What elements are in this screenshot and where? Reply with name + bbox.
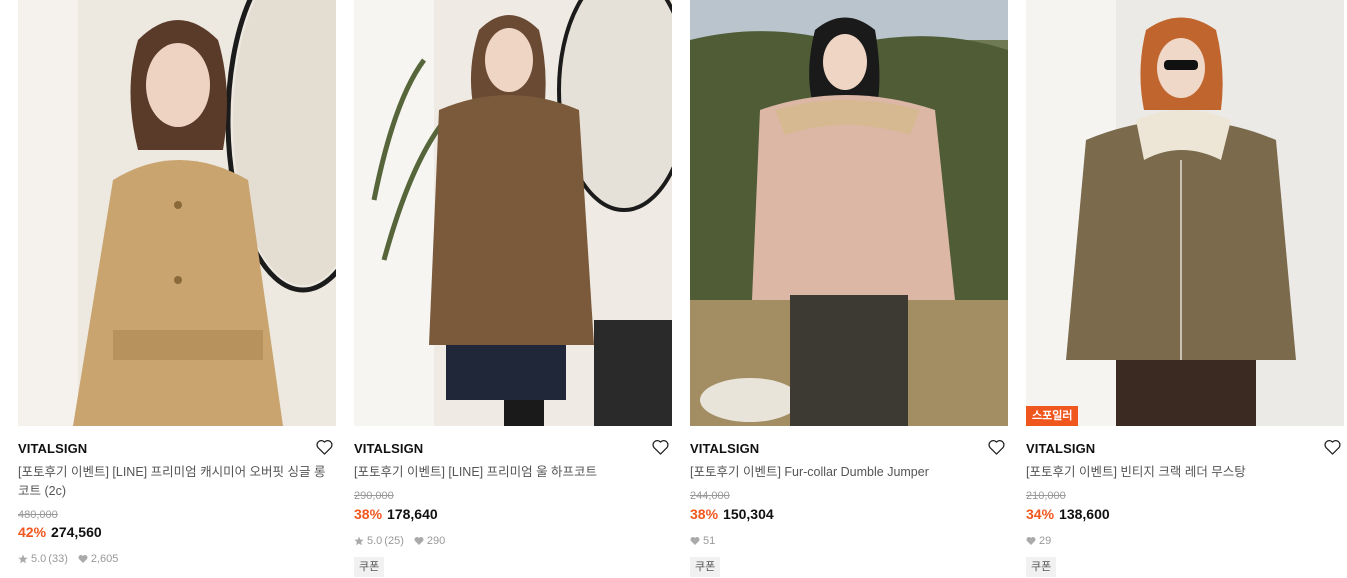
product-image[interactable] xyxy=(354,0,672,426)
price-row: 38% 178,640 xyxy=(354,506,438,522)
product-card[interactable]: VITALSIGN [포토후기 이벤트] [LINE] 프리미엄 캐시미어 오버… xyxy=(18,0,336,578)
product-grid: VITALSIGN [포토후기 이벤트] [LINE] 프리미엄 캐시미어 오버… xyxy=(0,0,1347,578)
brand-name[interactable]: VITALSIGN xyxy=(354,441,423,456)
star-icon xyxy=(18,554,28,564)
sale-price: 178,640 xyxy=(387,506,438,522)
star-icon xyxy=(354,536,364,546)
original-price: 480,000 xyxy=(18,509,58,521)
brand-name[interactable]: VITALSIGN xyxy=(18,441,87,456)
coupon-badge: 쿠폰 xyxy=(1026,557,1057,577)
product-card[interactable]: VITALSIGN [포토후기 이벤트] Fur-collar Dumble J… xyxy=(690,0,1008,578)
heart-small-icon xyxy=(414,537,424,545)
heart-icon[interactable] xyxy=(650,437,670,457)
sale-price: 274,560 xyxy=(51,524,102,540)
heart-small-icon xyxy=(78,555,88,563)
heart-icon[interactable] xyxy=(986,437,1006,457)
product-photo xyxy=(354,0,672,426)
discount-rate: 38% xyxy=(354,506,383,522)
sale-price: 150,304 xyxy=(723,506,774,522)
rating: 5.0 xyxy=(31,553,47,565)
product-image[interactable]: 스포일러 xyxy=(1026,0,1344,426)
heart-icon[interactable] xyxy=(1322,437,1342,457)
product-title[interactable]: [포토후기 이벤트] Fur-collar Dumble Jumper xyxy=(690,463,1006,482)
product-photo xyxy=(690,0,1008,426)
discount-rate: 38% xyxy=(690,506,719,522)
product-photo xyxy=(1026,0,1344,426)
product-meta: 51 xyxy=(690,535,715,547)
review-count: (25) xyxy=(384,535,404,547)
rating: 5.0 xyxy=(367,535,383,547)
coupon-badge: 쿠폰 xyxy=(690,557,721,577)
product-meta: 29 xyxy=(1026,535,1051,547)
sale-price: 138,600 xyxy=(1059,506,1110,522)
heart-small-icon xyxy=(1026,537,1036,545)
like-count: 2,605 xyxy=(90,553,119,565)
heart-small-icon xyxy=(690,537,700,545)
spoiler-badge: 스포일러 xyxy=(1026,406,1079,426)
original-price: 210,000 xyxy=(1026,490,1066,502)
product-meta: 5.0 (25) 290 xyxy=(354,535,445,547)
product-title[interactable]: [포토후기 이벤트] [LINE] 프리미엄 캐시미어 오버핏 싱글 롱코트 (… xyxy=(18,463,334,501)
price-row: 42% 274,560 xyxy=(18,524,102,540)
product-title[interactable]: [포토후기 이벤트] 빈티지 크랙 레더 무스탕 xyxy=(1026,463,1342,482)
original-price: 244,000 xyxy=(690,490,730,502)
discount-rate: 34% xyxy=(1026,506,1055,522)
product-photo xyxy=(18,0,336,426)
price-row: 38% 150,304 xyxy=(690,506,774,522)
product-image[interactable] xyxy=(18,0,336,426)
brand-name[interactable]: VITALSIGN xyxy=(1026,441,1095,456)
price-row: 34% 138,600 xyxy=(1026,506,1110,522)
product-meta: 5.0 (33) 2,605 xyxy=(18,553,118,565)
brand-name[interactable]: VITALSIGN xyxy=(690,441,759,456)
original-price: 290,000 xyxy=(354,490,394,502)
like-count: 290 xyxy=(426,535,446,547)
discount-rate: 42% xyxy=(18,524,47,540)
product-image[interactable] xyxy=(690,0,1008,426)
coupon-badge: 쿠폰 xyxy=(354,557,385,577)
product-card[interactable]: VITALSIGN [포토후기 이벤트] [LINE] 프리미엄 울 하프코트 … xyxy=(354,0,672,578)
heart-icon[interactable] xyxy=(314,437,334,457)
like-count: 29 xyxy=(1039,535,1052,547)
review-count: (33) xyxy=(48,553,68,565)
product-card[interactable]: 스포일러 VITALSIGN [포토후기 이벤트] 빈티지 크랙 레더 무스탕 … xyxy=(1026,0,1344,578)
like-count: 51 xyxy=(703,535,716,547)
product-title[interactable]: [포토후기 이벤트] [LINE] 프리미엄 울 하프코트 xyxy=(354,463,670,482)
